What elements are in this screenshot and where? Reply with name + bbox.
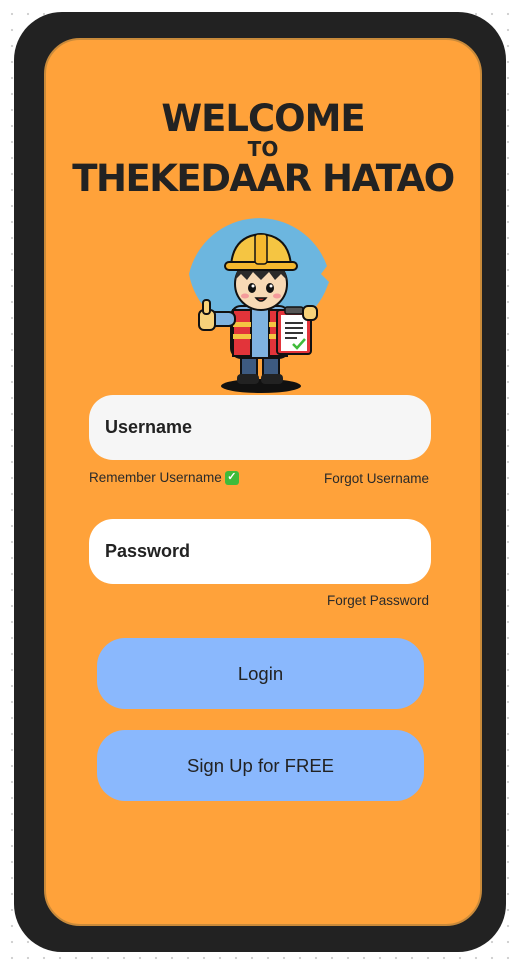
- phone-frame: WELCOME TO THEKEDAAR HATAO Username Reme…: [14, 12, 506, 952]
- signup-button[interactable]: Sign Up for FREE: [97, 730, 424, 801]
- forgot-username-link[interactable]: Forgot Username: [324, 471, 429, 486]
- app-name-heading: THEKEDAAR HATAO: [72, 157, 455, 200]
- login-screen: WELCOME TO THEKEDAAR HATAO Username Reme…: [44, 38, 482, 926]
- welcome-to-text: TO: [247, 137, 279, 161]
- password-input[interactable]: [89, 519, 431, 584]
- username-input[interactable]: [89, 395, 431, 460]
- login-button[interactable]: Login: [97, 638, 424, 709]
- remember-username-label: Remember Username: [89, 470, 222, 485]
- construction-worker-mascot-icon: [189, 218, 329, 393]
- forget-password-link[interactable]: Forget Password: [327, 593, 429, 608]
- remember-username-toggle[interactable]: Remember Username ✓: [89, 470, 239, 485]
- welcome-heading: WELCOME: [161, 97, 365, 140]
- checkmark-icon[interactable]: ✓: [224, 470, 239, 485]
